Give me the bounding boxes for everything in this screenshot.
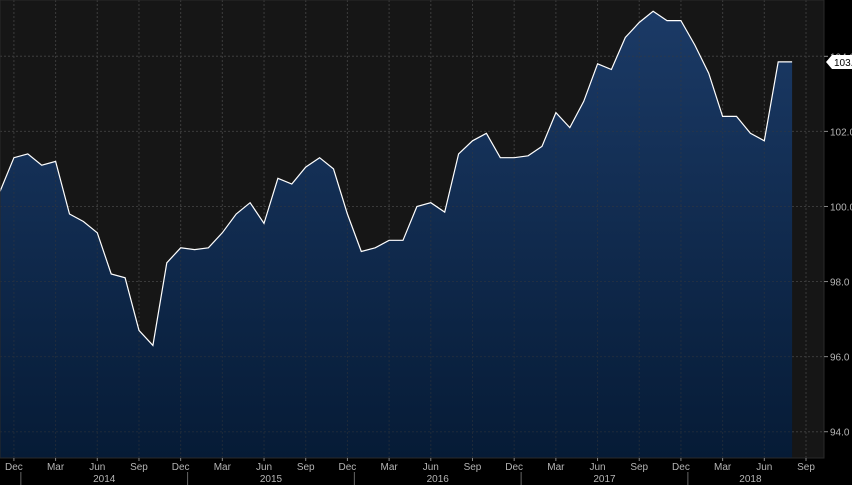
y-axis: 94.096.098.0100.0102.0104.0 xyxy=(824,52,852,439)
y-tick-label: 102.0 xyxy=(830,127,852,138)
x-tick-label: Dec xyxy=(339,462,357,473)
year-label: 2014 xyxy=(93,474,116,485)
x-tick-label: Mar xyxy=(47,462,65,473)
x-tick-label: Sep xyxy=(464,462,482,473)
x-tick-label: Mar xyxy=(380,462,398,473)
x-tick-label: Dec xyxy=(672,462,690,473)
x-tick-label: Jun xyxy=(256,462,272,473)
x-tick-label: Dec xyxy=(505,462,523,473)
x-tick-label: Dec xyxy=(172,462,190,473)
x-tick-label: Jun xyxy=(589,462,605,473)
x-tick-label: Sep xyxy=(297,462,315,473)
x-tick-label: Mar xyxy=(714,462,732,473)
year-label: 2018 xyxy=(739,474,762,485)
year-label: 2015 xyxy=(260,474,283,485)
y-tick-label: 96.0 xyxy=(830,353,850,364)
x-tick-label: Jun xyxy=(89,462,105,473)
x-axis: Dec Mar Jun Sep Dec Mar Jun Sep Dec Mar Jun Sep Dec M… xyxy=(5,458,815,485)
chart: 94.096.098.0100.0102.0104.0 DecMarJunSep… xyxy=(0,0,852,485)
year-label: 2017 xyxy=(593,474,616,485)
x-tick-label: Sep xyxy=(797,462,815,473)
y-tick-label: 94.0 xyxy=(830,428,850,439)
year-label: 2016 xyxy=(427,474,450,485)
y-tick-label: 100.0 xyxy=(830,202,852,213)
x-tick-label: Mar xyxy=(547,462,565,473)
x-tick-label: Sep xyxy=(130,462,148,473)
x-tick-label: Sep xyxy=(630,462,648,473)
x-tick-label: Jun xyxy=(756,462,772,473)
x-tick-label: Dec xyxy=(5,462,23,473)
last-value-label: 103. xyxy=(834,58,852,69)
y-tick-label: 98.0 xyxy=(830,278,850,289)
x-tick-label: Mar xyxy=(214,462,232,473)
x-tick-label: Jun xyxy=(423,462,439,473)
